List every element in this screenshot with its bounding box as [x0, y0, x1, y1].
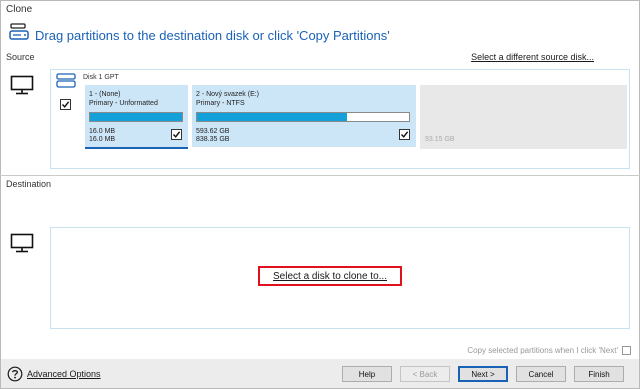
help-button[interactable]: Help	[342, 366, 392, 382]
partition-1-checkbox[interactable]	[171, 129, 182, 140]
disk-icon	[56, 73, 78, 89]
partition-1-usage-bar	[89, 112, 183, 122]
partition-1-selected-indicator	[85, 147, 188, 149]
window-title: Clone	[6, 4, 33, 15]
destination-monitor-icon	[10, 233, 34, 253]
source-label: Source	[6, 52, 35, 62]
back-button[interactable]: < Back	[400, 366, 450, 382]
copy-partitions-label: Copy selected partitions when I click 'N…	[467, 346, 618, 355]
monitor-icon	[10, 75, 34, 95]
cancel-button[interactable]: Cancel	[516, 366, 566, 382]
partition-1-title: 1 - (None)	[89, 91, 121, 98]
select-destination-disk-link[interactable]: Select a disk to clone to...	[273, 271, 387, 282]
select-source-disk-link[interactable]: Select a different source disk...	[471, 52, 594, 62]
disk-name: Disk 1 GPT	[83, 74, 119, 81]
partition-2-total: 838.35 GB	[196, 136, 230, 143]
copy-partitions-checkbox[interactable]	[622, 346, 631, 355]
partition-1-total: 16.0 MB	[89, 136, 116, 143]
advanced-options-link[interactable]: Advanced Options	[27, 369, 101, 379]
select-destination-highlight: Select a disk to clone to...	[258, 266, 402, 286]
page-title: Drag partitions to the destination disk …	[35, 28, 390, 43]
destination-label: Destination	[6, 179, 52, 189]
partition-1-used: 16.0 MB	[89, 128, 116, 135]
unallocated-size: 93.15 GB	[425, 136, 455, 143]
partition-1-type: Primary - Unformatted	[89, 100, 158, 107]
disk-select-checkbox[interactable]	[60, 99, 71, 110]
partition-1-usage-fill	[90, 113, 182, 121]
partition-2-type: Primary - NTFS	[196, 100, 245, 107]
question-icon[interactable]	[7, 366, 23, 382]
partition-2-usage-fill	[197, 113, 348, 121]
disk-clone-icon	[8, 22, 32, 44]
partition-2-title: 2 - Nový svazek (E:)	[196, 91, 260, 98]
partition-2-usage-bar	[196, 112, 410, 122]
finish-button[interactable]: Finish	[574, 366, 624, 382]
section-divider	[0, 175, 640, 176]
partition-2-used: 593.62 GB	[196, 128, 230, 135]
partition-2-checkbox[interactable]	[399, 129, 410, 140]
next-button[interactable]: Next >	[458, 366, 508, 382]
